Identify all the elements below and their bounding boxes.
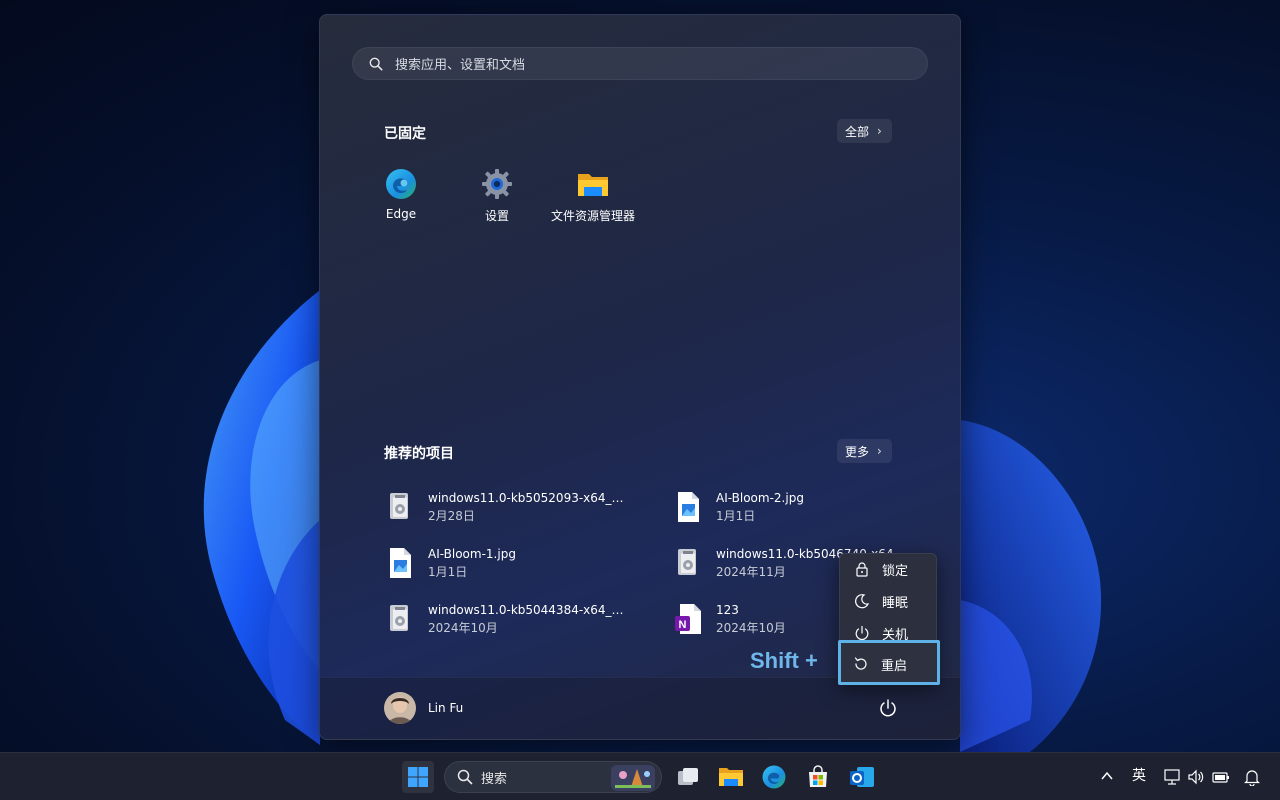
recommended-item[interactable]: AI-Bloom-1.jpg 1月1日: [386, 543, 646, 583]
lock-menu-item[interactable]: 锁定: [840, 554, 936, 584]
search-icon: [457, 769, 473, 785]
recommended-item[interactable]: windows11.0-kb5052093-x64_1c58... 2月28日: [386, 487, 646, 527]
recommended-item-date: 1月1日: [716, 508, 756, 523]
more-label: 更多: [845, 444, 870, 459]
pinned-app-edge[interactable]: Edge: [353, 167, 449, 221]
battery-icon[interactable]: [1211, 768, 1231, 786]
volume-icon[interactable]: [1187, 768, 1205, 786]
pinned-app-settings[interactable]: 设置: [449, 167, 545, 224]
more-button[interactable]: 更多 ›: [837, 439, 892, 463]
recommended-item-name: windows11.0-kb5052093-x64_1c58...: [428, 490, 628, 505]
power-icon: [855, 625, 869, 640]
taskbar-edge[interactable]: [758, 761, 790, 793]
taskbar-outlook[interactable]: [846, 761, 878, 793]
avatar: [384, 692, 416, 724]
edge-icon: [386, 169, 416, 199]
chevron-up-icon[interactable]: [1101, 770, 1113, 782]
recommended-item-name: 123: [716, 602, 739, 617]
image-file-icon: [678, 492, 699, 522]
restart-label: 重启: [881, 658, 908, 674]
start-menu-footer: Lin Fu: [320, 677, 960, 739]
msu-package-icon: [390, 605, 408, 631]
task-view-button[interactable]: [672, 761, 704, 793]
moon-icon: [855, 594, 870, 609]
taskbar: 搜索 英: [0, 752, 1280, 800]
network-icon[interactable]: [1163, 768, 1181, 786]
edge-icon: [762, 765, 786, 789]
settings-gear-icon: [482, 169, 512, 199]
image-file-icon: [390, 548, 411, 578]
msu-package-icon: [678, 549, 696, 575]
lock-label: 锁定: [882, 563, 909, 579]
recommended-item[interactable]: windows11.0-kb5044384-x64_0630... 2024年1…: [386, 599, 646, 639]
pinned-app-file-explorer[interactable]: 文件资源管理器: [545, 167, 641, 224]
pinned-section-title: 已固定: [384, 126, 426, 142]
user-account-button[interactable]: Lin Fu: [384, 692, 463, 724]
windows-logo-icon: [408, 767, 428, 787]
lock-icon: [856, 562, 868, 577]
task-view-icon: [678, 768, 698, 785]
pinned-app-label: Edge: [385, 207, 417, 221]
taskbar-search-label: 搜索: [481, 771, 508, 787]
restart-row: 重启: [841, 649, 937, 679]
power-icon[interactable]: [878, 698, 898, 718]
restart-icon: [854, 657, 867, 670]
notification-bell-icon[interactable]: [1244, 768, 1260, 786]
recommended-item-date: 2024年10月: [716, 620, 786, 635]
store-icon: [809, 765, 827, 787]
recommended-item-date: 1月1日: [428, 564, 468, 579]
file-explorer-icon: [578, 174, 608, 196]
sleep-menu-item[interactable]: 睡眠: [840, 586, 936, 616]
start-button[interactable]: [402, 761, 434, 793]
taskbar-file-explorer[interactable]: [715, 761, 747, 793]
all-apps-label: 全部: [845, 124, 870, 139]
recommended-item-name: AI-Bloom-1.jpg: [428, 546, 516, 561]
svg-text:N: N: [679, 619, 687, 631]
pinned-app-label: 文件资源管理器: [550, 209, 635, 223]
recommended-item-name: AI-Bloom-2.jpg: [716, 490, 804, 505]
taskbar-search-box[interactable]: 搜索: [444, 761, 662, 793]
file-explorer-icon: [719, 768, 743, 786]
chevron-right-icon: ›: [877, 444, 882, 458]
user-name: Lin Fu: [428, 701, 464, 715]
taskbar-store[interactable]: [802, 761, 834, 793]
restart-menu-item[interactable]: 重启: [838, 640, 940, 685]
ime-indicator[interactable]: 英: [1132, 765, 1146, 785]
search-highlight-icon: [611, 765, 655, 791]
recommended-item-date: 2月28日: [428, 508, 475, 523]
start-search-box[interactable]: 搜索应用、设置和文档: [352, 47, 928, 80]
chevron-right-icon: ›: [877, 124, 882, 138]
search-placeholder: 搜索应用、设置和文档: [395, 58, 526, 73]
all-apps-button[interactable]: 全部 ›: [837, 119, 892, 143]
msu-package-icon: [390, 493, 408, 519]
pinned-app-label: 设置: [484, 209, 509, 223]
search-icon: [369, 57, 383, 70]
sleep-label: 睡眠: [882, 595, 909, 611]
recommended-item-date: 2024年10月: [428, 620, 498, 635]
shift-annotation: Shift +: [750, 648, 818, 673]
recommended-item-name: windows11.0-kb5044384-x64_0630...: [428, 602, 628, 617]
outlook-icon: [850, 767, 874, 787]
recommended-item[interactable]: AI-Bloom-2.jpg 1月1日: [674, 487, 934, 527]
onenote-icon: N: [675, 604, 701, 634]
recommended-section-title: 推荐的项目: [384, 446, 454, 462]
